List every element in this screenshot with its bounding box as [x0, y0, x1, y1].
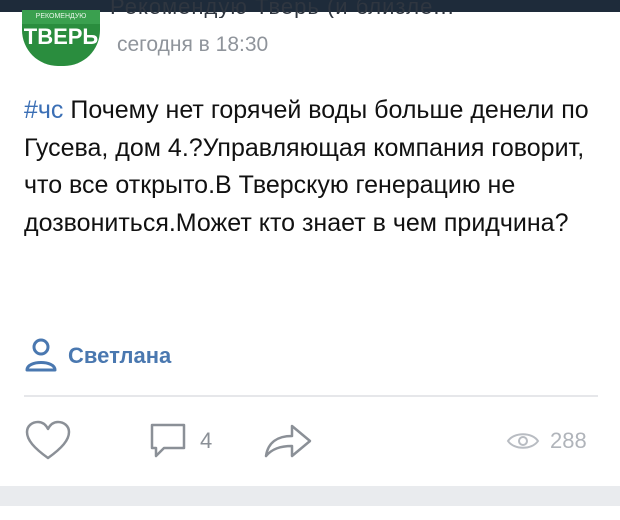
avatar-logo-text: ТВЕРЬ: [23, 24, 99, 49]
post-hashtag[interactable]: #чс: [24, 96, 63, 124]
views-count: 288: [550, 428, 587, 453]
avatar-top-label: РЕКОМЕНДУЮ: [22, 10, 100, 24]
author-name: Светлана: [68, 343, 172, 368]
post-separator-bar: [0, 486, 620, 506]
share-button[interactable]: [262, 420, 314, 462]
heart-icon: [25, 420, 71, 460]
post-timestamp: сегодня в 18:30: [117, 33, 269, 56]
post-author[interactable]: Светлана: [24, 338, 171, 374]
comment-count: 4: [200, 428, 213, 453]
post-message: Почему нет горячей воды больше денели по…: [24, 96, 589, 237]
group-avatar[interactable]: РЕКОМЕНДУЮ ТВЕРЬ: [22, 10, 100, 66]
comment-icon: [150, 423, 186, 458]
group-title[interactable]: Рекомендую Тверь (и близле...: [110, 0, 580, 18]
eye-icon: [506, 433, 540, 449]
divider: [24, 395, 598, 397]
comment-button[interactable]: 4: [148, 420, 212, 462]
post-body: #чс Почему нет горячей воды больше денел…: [24, 92, 594, 242]
views-counter: 288: [506, 420, 587, 462]
like-button[interactable]: [24, 420, 72, 462]
share-icon: [264, 424, 312, 458]
person-icon: [25, 338, 57, 372]
